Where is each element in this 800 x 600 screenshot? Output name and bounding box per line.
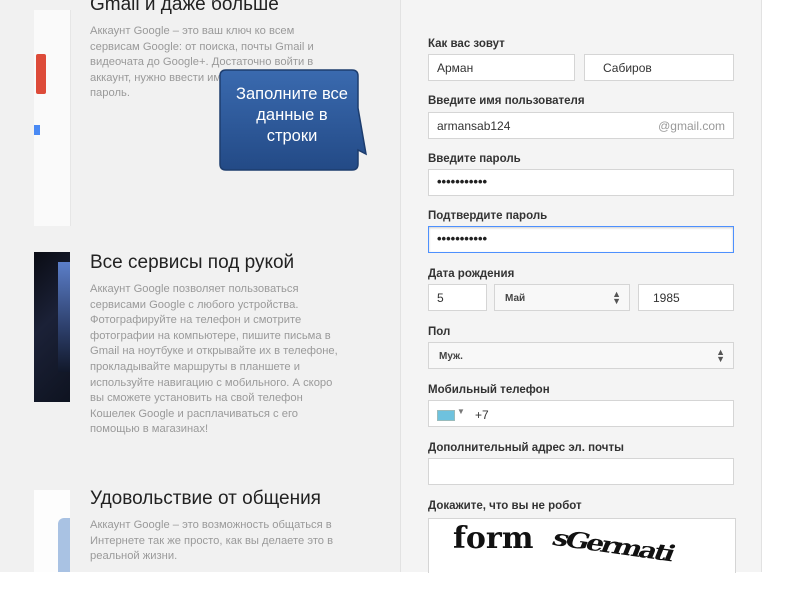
up-down-arrows-icon: ▲ ▼ bbox=[612, 289, 621, 306]
password-input[interactable]: ••••••••••• bbox=[428, 169, 734, 196]
callout-text: Заполните все данные в строки bbox=[236, 85, 348, 145]
username-value: armansab124 bbox=[437, 119, 511, 133]
section-title: Удовольствие от общения bbox=[90, 488, 321, 509]
section-body: Аккаунт Google позволяет пользоваться се… bbox=[90, 283, 338, 436]
captcha-image: form sGermati bbox=[428, 518, 736, 573]
first-name-input[interactable]: Арман bbox=[428, 54, 575, 81]
backup-email-label: Дополнительный адрес эл. почты bbox=[428, 442, 624, 454]
caret-down-icon[interactable]: ▼ bbox=[457, 407, 465, 416]
confirm-password-input[interactable]: ••••••••••• bbox=[428, 226, 734, 253]
gmail-illustration bbox=[34, 10, 71, 226]
person-figure bbox=[58, 518, 70, 572]
section-all-services: Все сервисы под рукой Аккаунт Google поз… bbox=[90, 252, 345, 438]
gender-label: Пол bbox=[428, 326, 451, 338]
birth-day-value: 5 bbox=[437, 291, 444, 305]
section-body: Аккаунт Google – это возможность общатьс… bbox=[90, 519, 334, 563]
birth-year-input[interactable]: 1985 bbox=[638, 284, 734, 311]
gmail-suffix: @gmail.com bbox=[658, 119, 725, 133]
last-name-value: Сабиров bbox=[603, 61, 652, 75]
confirm-password-label: Подтвердите пароль bbox=[428, 210, 548, 222]
password-mask: ••••••••••• bbox=[437, 174, 488, 189]
section-title: Gmail и даже больше bbox=[90, 0, 279, 15]
google-logo-fragment bbox=[34, 125, 40, 135]
username-label: Введите имя пользователя bbox=[428, 95, 585, 107]
gender-select[interactable]: Муж. ▲ ▼ bbox=[428, 342, 734, 369]
devices-illustration bbox=[34, 252, 70, 402]
captcha-word-2: sGermati bbox=[548, 524, 678, 567]
up-down-arrows-icon: ▲ ▼ bbox=[716, 347, 725, 364]
kazakhstan-flag-icon[interactable] bbox=[437, 410, 455, 421]
last-name-input[interactable]: Сабиров bbox=[584, 54, 734, 81]
birth-month-value: Май bbox=[505, 293, 526, 304]
instruction-callout: Заполните все данные в строки bbox=[218, 68, 368, 174]
birthdate-label: Дата рождения bbox=[428, 268, 515, 280]
section-title: Все сервисы под рукой bbox=[90, 252, 295, 273]
social-illustration bbox=[34, 490, 70, 572]
confirm-password-mask: ••••••••••• bbox=[437, 231, 488, 246]
birth-year-value: 1985 bbox=[653, 291, 680, 305]
phone-input[interactable]: ▼ +7 bbox=[428, 400, 734, 427]
gender-value: Муж. bbox=[439, 351, 463, 362]
birth-month-select[interactable]: Май ▲ ▼ bbox=[494, 284, 630, 311]
backup-email-input[interactable] bbox=[428, 458, 734, 485]
username-input[interactable]: armansab124 @gmail.com bbox=[428, 112, 734, 139]
gmail-logo-fragment bbox=[36, 54, 46, 94]
captcha-label: Докажите, что вы не робот bbox=[428, 500, 582, 512]
first-name-value: Арман bbox=[437, 61, 474, 75]
password-label: Введите пароль bbox=[428, 153, 521, 165]
captcha-word-1: form bbox=[453, 521, 534, 556]
phone-label: Мобильный телефон bbox=[428, 384, 550, 396]
section-communication: Удовольствие от общения Аккаунт Google –… bbox=[90, 488, 345, 565]
phone-country-code: +7 bbox=[475, 408, 489, 422]
device-screen-glow bbox=[58, 262, 70, 372]
birth-day-input[interactable]: 5 bbox=[428, 284, 487, 311]
name-label: Как вас зовут bbox=[428, 38, 505, 50]
